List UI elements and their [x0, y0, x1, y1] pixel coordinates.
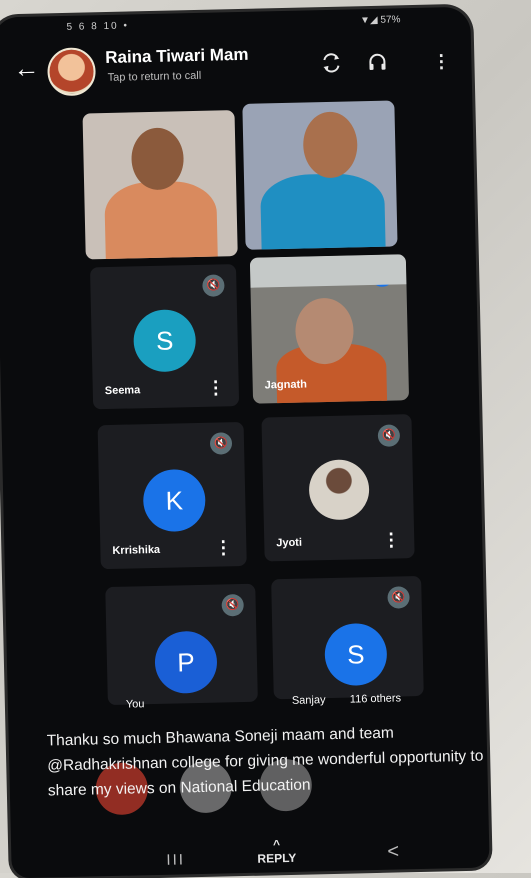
- muted-mic-icon: 🔇: [202, 274, 225, 297]
- participant-initial: S: [324, 622, 388, 687]
- participant-name: You: [125, 698, 145, 711]
- status-right: ▼◢ 57%: [359, 14, 401, 27]
- back-arrow-icon[interactable]: ←: [13, 52, 40, 83]
- participant-tile-jyoti[interactable]: 🔇 Jyoti ⋮: [261, 414, 415, 562]
- muted-mic-icon: 🔇: [209, 432, 233, 455]
- participant-name: Seema: [104, 384, 141, 398]
- more-options-icon[interactable]: ⋮: [429, 49, 454, 74]
- reply-label: REPLY: [257, 850, 297, 866]
- video-background: [249, 254, 407, 288]
- participant-more-icon[interactable]: ⋮: [382, 529, 400, 549]
- call-header: ← Raina Tiwari Mam Tap to return to call…: [0, 31, 472, 102]
- headphones-icon[interactable]: [365, 51, 390, 76]
- participant-name: Jyoti: [276, 536, 303, 550]
- phone-screen: 5 6 8 10 • ▼◢ 57% ← Raina Tiwari Mam Tap…: [0, 6, 490, 878]
- muted-mic-icon: 🔇: [377, 424, 401, 447]
- caller-avatar[interactable]: [47, 47, 97, 97]
- reply-button[interactable]: ^ REPLY: [257, 837, 297, 866]
- muted-mic-icon: 🔇: [221, 593, 244, 617]
- participant-name: Jagnath: [264, 378, 308, 392]
- participant-tile-you[interactable]: 🔇 P: [105, 583, 258, 706]
- participant-tile-2[interactable]: [242, 100, 398, 250]
- call-subtitle: Tap to return to call: [107, 69, 202, 84]
- recents-button[interactable]: III: [166, 851, 185, 868]
- participant-tile-seema[interactable]: 🔇 S Seema ⋮: [89, 264, 240, 410]
- participant-name: Krrishika: [112, 543, 161, 557]
- participant-tile-1[interactable]: [82, 110, 238, 260]
- participant-video-body: [259, 172, 386, 250]
- participant-tile-krrishika[interactable]: 🔇 K Krrishika ⋮: [97, 421, 247, 570]
- camera-switch-icon[interactable]: [319, 52, 344, 77]
- participant-initial: K: [142, 468, 206, 533]
- participant-tile-jagnath[interactable]: ●● Jagnath: [249, 254, 410, 404]
- nav-back-icon[interactable]: <: [387, 841, 399, 864]
- participant-initial: P: [154, 630, 218, 695]
- participant-initial: S: [132, 309, 197, 373]
- participant-more-icon[interactable]: ⋮: [207, 377, 225, 397]
- muted-mic-icon: 🔇: [387, 586, 410, 609]
- status-left: 5 6 8 10 •: [66, 20, 130, 33]
- participant-tile-sanjay[interactable]: 🔇 S: [271, 575, 424, 700]
- participant-more-icon[interactable]: ⋮: [214, 537, 232, 557]
- participant-photo: [308, 459, 370, 521]
- participant-video-head: [302, 111, 359, 179]
- navigation-bar: III ^ REPLY <: [11, 824, 490, 878]
- others-count: 116 others: [349, 692, 402, 706]
- participant-name: Sanjay: [291, 694, 326, 707]
- call-title: Raina Tiwari Mam: [105, 44, 249, 67]
- notification-message[interactable]: Thanku so much Bhawana Soneji maam and t…: [46, 719, 488, 804]
- participant-video-body: [104, 180, 218, 260]
- reply-arrow-icon: ^: [272, 837, 281, 852]
